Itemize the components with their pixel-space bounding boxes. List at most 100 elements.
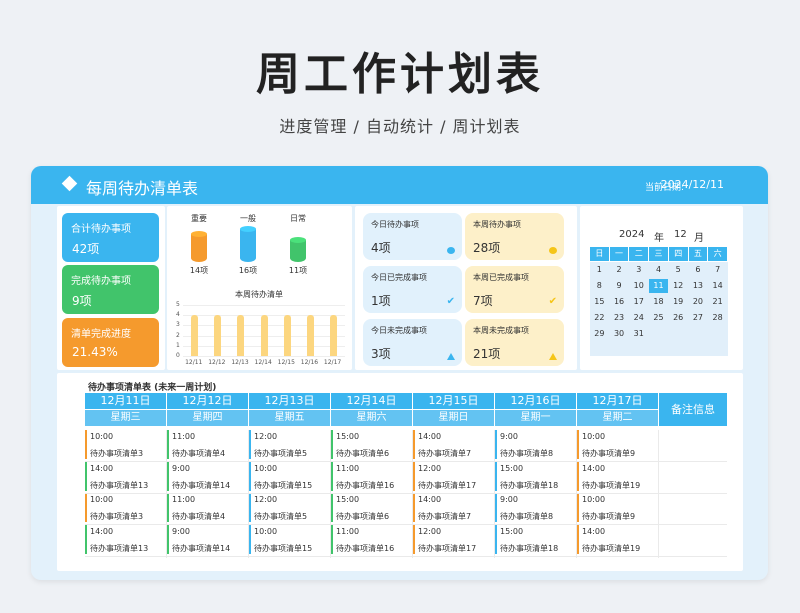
y-tick-label: 3 (176, 321, 180, 329)
calendar-month: 12 (674, 229, 687, 240)
calendar-day[interactable]: 11 (649, 279, 668, 293)
calendar-day[interactable]: 30 (610, 327, 629, 341)
y-tick-label: 2 (176, 331, 180, 339)
entry-time: 9:00 (500, 495, 518, 504)
entry-time: 10:00 (254, 526, 278, 536)
calendar-day[interactable]: 22 (590, 311, 609, 325)
entry-task: 待办事项清单7 (418, 449, 472, 458)
calendar-day[interactable]: 10 (629, 279, 648, 293)
calendar-day[interactable]: 5 (669, 263, 688, 277)
calendar-day[interactable]: 3 (629, 263, 648, 277)
entry-time: 12:00 (418, 463, 442, 473)
calendar-weekday: 三 (649, 247, 668, 261)
entry-task: 待办事项清单14 (172, 543, 231, 553)
entry-task: 待办事项清单15 (254, 480, 313, 490)
calendar-month-suffix: 月 (694, 233, 704, 244)
entry-time: 11:00 (336, 526, 360, 536)
entry-time: 11:00 (172, 432, 196, 441)
row-divider (85, 524, 727, 525)
calendar-day[interactable]: 9 (610, 279, 629, 293)
table-title: 待办事项清单表 (未来一周计划) (88, 383, 217, 393)
entry-task: 待办事项清单19 (582, 480, 641, 490)
calendar-weekday: 二 (629, 247, 649, 261)
task-card-3: 今日已完成事项 1项 ✔ (363, 266, 462, 313)
entry-task: 待办事项清单16 (336, 543, 395, 553)
task-label: 本周待办事项 (473, 220, 521, 229)
stat-value: 21.43% (72, 345, 118, 359)
triangle-icon (447, 353, 455, 360)
task-value: 21项 (473, 347, 501, 361)
note-header: 备注信息 (659, 393, 727, 426)
entry-time: 14:00 (90, 463, 114, 473)
entry-time: 14:00 (90, 526, 114, 536)
calendar-day[interactable]: 21 (708, 295, 727, 309)
calendar-day[interactable]: 13 (689, 279, 708, 293)
calendar-day[interactable]: 31 (629, 327, 648, 341)
entry-task: 待办事项清单17 (418, 543, 477, 553)
entry-time: 15:00 (500, 526, 524, 536)
card-title: 每周待办清单表 (86, 179, 199, 198)
entry-task: 待办事项清单5 (254, 449, 308, 458)
stat-label: 清单完成进度 (71, 329, 131, 340)
entry-task: 待办事项清单13 (90, 480, 149, 490)
entry-task: 待办事项清单3 (90, 449, 144, 458)
entry-task: 待办事项清单18 (500, 543, 559, 553)
calendar-day[interactable]: 4 (649, 263, 668, 277)
entry-time: 15:00 (336, 495, 360, 504)
calendar-day[interactable]: 20 (689, 295, 708, 309)
entry-time: 9:00 (172, 526, 190, 536)
weekly-bar (329, 315, 337, 356)
x-tick-label: 12/12 (208, 359, 226, 366)
calendar-day[interactable]: 14 (708, 279, 727, 293)
task-card-5: 今日未完成事项 3项 (363, 319, 462, 366)
category-label: 日常 (290, 214, 306, 223)
calendar-day[interactable]: 23 (610, 311, 629, 325)
calendar-day[interactable]: 12 (669, 279, 688, 293)
triangle-icon (549, 353, 557, 360)
column-weekday-header: 星期四 (167, 410, 248, 426)
calendar-day[interactable]: 27 (689, 311, 708, 325)
calendar-day[interactable]: 1 (590, 263, 609, 277)
entry-time: 12:00 (254, 432, 278, 441)
weekly-bar (237, 315, 245, 356)
task-label: 本周未完成事项 (473, 326, 529, 335)
calendar-day[interactable]: 17 (629, 295, 648, 309)
entry-time: 14:00 (582, 463, 606, 473)
y-tick-label: 5 (176, 301, 180, 308)
y-tick-label: 4 (176, 311, 180, 319)
entry-time: 15:00 (500, 463, 524, 473)
calendar-day[interactable]: 29 (590, 327, 609, 341)
calendar-day[interactable]: 24 (629, 311, 648, 325)
column-weekday-header: 星期六 (331, 410, 412, 426)
calendar-day[interactable]: 19 (669, 295, 688, 309)
task-label: 今日待办事项 (371, 220, 419, 229)
entry-time: 10:00 (90, 495, 114, 504)
gridline (183, 305, 345, 306)
task-value: 7项 (473, 294, 493, 308)
page-title: 周工作计划表 (256, 49, 544, 100)
calendar-day[interactable]: 8 (590, 279, 609, 293)
category-value: 14项 (189, 266, 209, 275)
column-weekday-header: 星期日 (413, 410, 494, 426)
entry-task: 待办事项清单15 (254, 543, 313, 553)
calendar-day[interactable]: 25 (649, 311, 668, 325)
card-header: 每周待办清单表 当前日期: 2024/12/11 (31, 166, 768, 204)
entry-time: 10:00 (254, 463, 278, 473)
x-tick-label: 12/11 (185, 359, 203, 366)
task-card-6: 本周未完成事项 21项 (465, 319, 564, 366)
stat-value: 42项 (72, 242, 100, 256)
weekly-bar (260, 315, 268, 356)
calendar-weekday: 日 (590, 247, 609, 261)
category-cylinder (240, 229, 256, 262)
diamond-icon (61, 175, 78, 192)
calendar-day[interactable]: 28 (708, 311, 727, 325)
calendar-day[interactable]: 15 (590, 295, 609, 309)
calendar-day[interactable]: 7 (708, 263, 727, 277)
task-card-4: 本周已完成事项 7项 ✔ (465, 266, 564, 313)
calendar-day[interactable]: 16 (610, 295, 629, 309)
calendar-day[interactable]: 2 (610, 263, 629, 277)
calendar-day[interactable]: 18 (649, 295, 668, 309)
calendar-day[interactable]: 26 (669, 311, 688, 325)
calendar-day[interactable]: 6 (689, 263, 708, 277)
calendar-year-suffix: 年 (654, 233, 664, 244)
